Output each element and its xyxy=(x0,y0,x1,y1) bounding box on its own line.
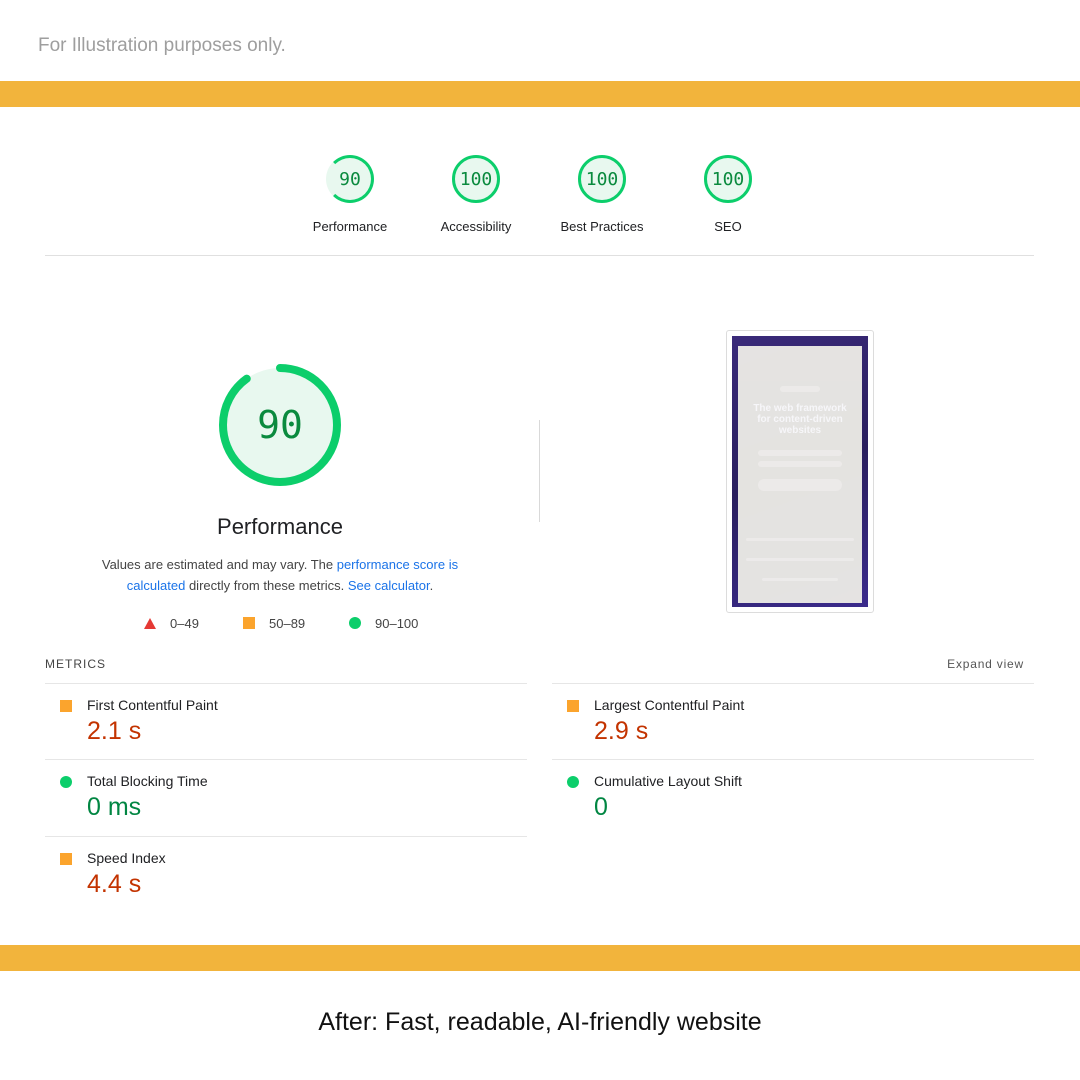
legend-pass: 90–100 xyxy=(349,616,418,631)
bottom-band xyxy=(0,945,1080,971)
legend-average: 50–89 xyxy=(243,616,305,631)
metric-divider xyxy=(45,683,527,684)
ghost-button xyxy=(758,479,842,491)
metric-value: 2.1 s xyxy=(87,717,142,745)
circle-icon xyxy=(60,776,72,788)
screenshot-headline: The web framework for content-driven web… xyxy=(753,403,847,436)
desc-prefix: Values are estimated and may vary. The xyxy=(101,557,337,572)
metric-value: 2.9 s xyxy=(594,717,649,745)
metric-label: Largest Contentful Paint xyxy=(594,697,745,713)
performance-score: 90 xyxy=(257,403,303,447)
gauge-performance-score: 90 xyxy=(326,155,374,203)
section-divider xyxy=(539,420,540,522)
circle-icon xyxy=(349,617,361,629)
metric-value: 0 ms xyxy=(87,793,142,821)
ghost-logos-1 xyxy=(746,538,854,541)
metric-divider xyxy=(45,759,527,760)
legend-pass-range: 90–100 xyxy=(375,616,419,631)
gauge-seo-label: SEO xyxy=(714,219,742,234)
ghost-text-2 xyxy=(758,461,842,467)
metric-divider xyxy=(552,683,1034,684)
see-calculator-link[interactable]: See calculator xyxy=(348,578,430,593)
ghost-badge xyxy=(780,386,820,392)
illustration-note: For Illustration purposes only. xyxy=(38,35,286,56)
final-screenshot[interactable]: The web framework for content-driven web… xyxy=(726,330,874,613)
metric-label: Cumulative Layout Shift xyxy=(594,773,742,789)
legend-fail-range: 0–49 xyxy=(170,616,199,631)
ghost-logos-3 xyxy=(762,578,838,581)
performance-description: Values are estimated and may vary. The p… xyxy=(90,554,470,596)
header-divider xyxy=(45,255,1034,256)
square-icon xyxy=(60,853,72,865)
gauge-accessibility[interactable]: 100 Accessibility xyxy=(411,155,541,234)
gauge-performance[interactable]: 90 Performance xyxy=(285,155,415,234)
gauge-seo-score: 100 xyxy=(704,155,752,203)
metric-value: 4.4 s xyxy=(87,870,142,898)
top-band xyxy=(0,81,1080,107)
gauge-best-practices[interactable]: 100 Best Practices xyxy=(537,155,667,234)
metrics-heading: METRICS xyxy=(45,657,106,671)
screenshot-page: The web framework for content-driven web… xyxy=(738,346,862,603)
gauge-performance-label: Performance xyxy=(312,219,388,234)
circle-icon xyxy=(567,776,579,788)
ghost-logos-2 xyxy=(746,558,854,561)
metric-label: Total Blocking Time xyxy=(87,773,208,789)
metric-label: Speed Index xyxy=(87,850,166,866)
desc-suffix: . xyxy=(429,578,434,593)
gauge-seo[interactable]: 100 SEO xyxy=(663,155,793,234)
metric-label: First Contentful Paint xyxy=(87,697,218,713)
gauge-accessibility-label: Accessibility xyxy=(440,219,512,234)
square-icon xyxy=(60,700,72,712)
legend-average-range: 50–89 xyxy=(269,616,306,631)
metric-divider xyxy=(552,759,1034,760)
caption: After: Fast, readable, AI-friendly websi… xyxy=(318,1008,762,1036)
desc-middle: directly from these metrics. xyxy=(185,578,348,593)
ghost-text-1 xyxy=(758,450,842,456)
gauge-accessibility-score: 100 xyxy=(452,155,500,203)
square-icon xyxy=(567,700,579,712)
legend-fail: 0–49 xyxy=(144,616,199,631)
gauge-best-practices-label: Best Practices xyxy=(560,219,644,234)
gauge-best-practices-score: 100 xyxy=(578,155,626,203)
metric-value: 0 xyxy=(594,793,608,821)
expand-view-toggle[interactable]: Expand view xyxy=(947,657,1024,671)
square-icon xyxy=(243,617,255,629)
metric-divider xyxy=(45,836,527,837)
performance-gauge: 90 xyxy=(214,359,346,491)
screenshot-frame: The web framework for content-driven web… xyxy=(732,336,868,607)
triangle-icon xyxy=(144,618,156,629)
category-gauges: 90 Performance 100 Accessibility 100 Bes… xyxy=(0,155,1080,245)
performance-title: Performance xyxy=(217,514,343,539)
